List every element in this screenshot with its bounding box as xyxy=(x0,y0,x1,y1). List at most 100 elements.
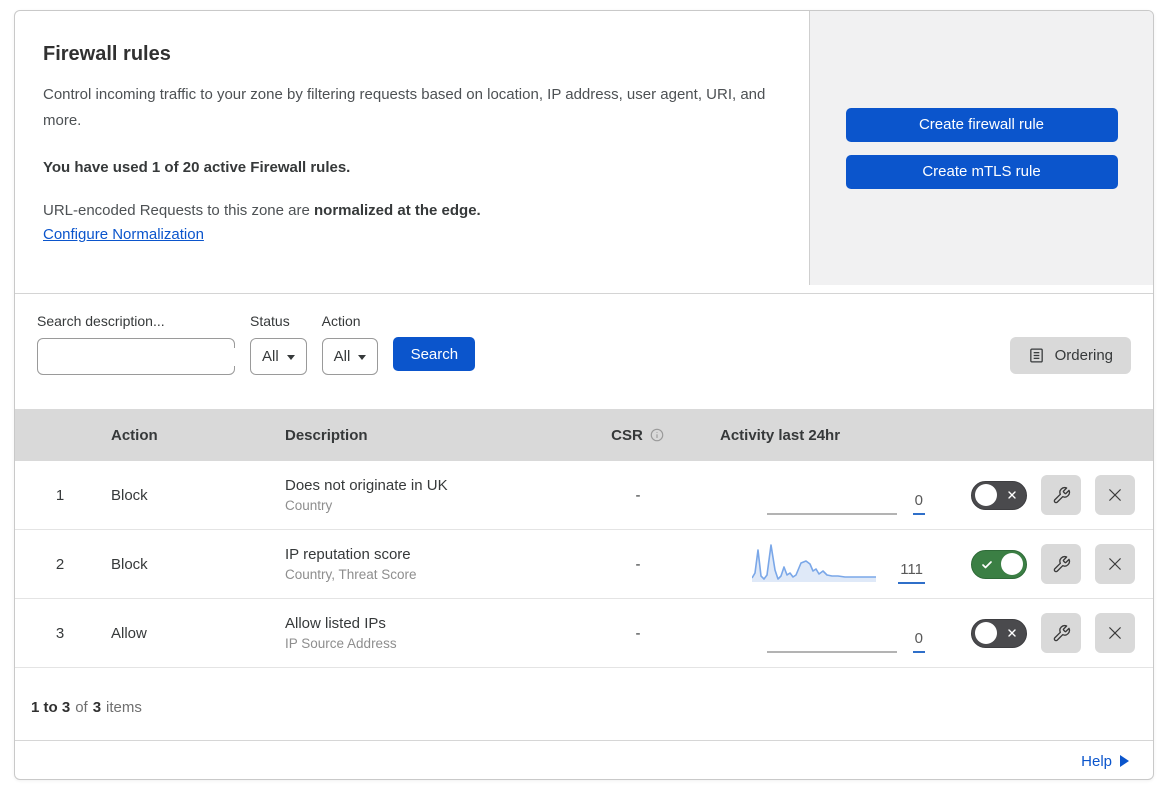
ordering-button[interactable]: Ordering xyxy=(1009,337,1131,374)
rule-controls xyxy=(933,475,1153,515)
toggle-knob xyxy=(975,484,997,506)
normalization-prefix: URL-encoded Requests to this zone are xyxy=(43,201,314,219)
wrench-icon xyxy=(1053,624,1070,641)
action-filter-group: Action All xyxy=(321,313,379,375)
rule-activity-cell: 0 xyxy=(693,599,933,667)
toggle-knob xyxy=(975,622,997,644)
items-total: 3 xyxy=(92,698,102,716)
page-description: Control incoming traffic to your zone by… xyxy=(43,86,766,130)
search-group: Search description... xyxy=(37,313,241,375)
rule-csr-value: - xyxy=(635,486,641,504)
rule-csr-value: - xyxy=(635,555,641,573)
search-button[interactable]: Search xyxy=(393,337,476,371)
x-icon xyxy=(1109,558,1121,570)
rule-enable-toggle[interactable] xyxy=(971,618,1027,648)
edit-rule-button[interactable] xyxy=(1041,613,1081,653)
rule-enable-toggle[interactable] xyxy=(971,549,1027,579)
search-input-wrapper[interactable] xyxy=(37,338,241,375)
x-icon xyxy=(1008,490,1016,499)
rule-priority: 1 xyxy=(55,486,65,504)
column-csr-label: CSR xyxy=(611,426,643,444)
rule-fields: IP Source Address xyxy=(285,636,397,651)
help-link-label: Help xyxy=(1081,752,1112,770)
pagination-summary: 1 to 3 of 3 items xyxy=(15,668,1153,741)
rule-title[interactable]: IP reputation score xyxy=(285,546,583,563)
info-circle-icon[interactable] xyxy=(649,427,665,443)
status-filter-group: Status All xyxy=(250,313,307,375)
header-section: Firewall rules Control incoming traffic … xyxy=(15,11,1153,294)
delete-rule-button[interactable] xyxy=(1095,475,1135,515)
normalization-note: URL-encoded Requests to this zone are no… xyxy=(43,202,769,219)
help-link[interactable]: Help xyxy=(1081,753,1129,770)
activity-sparkline-flat xyxy=(766,651,897,653)
activity-sparkline-flat xyxy=(766,513,897,515)
status-dropdown-value: All xyxy=(262,348,279,365)
rule-controls xyxy=(933,544,1153,584)
delete-rule-button[interactable] xyxy=(1095,613,1135,653)
action-dropdown[interactable]: All xyxy=(321,338,379,375)
table-row: 2 Block IP reputation score Country, Thr… xyxy=(15,530,1153,599)
rule-enable-toggle[interactable] xyxy=(971,480,1027,510)
chevron-down-icon xyxy=(286,355,295,360)
of-text: of xyxy=(75,698,88,716)
chevron-down-icon xyxy=(358,355,367,360)
delete-rule-button[interactable] xyxy=(1095,544,1135,584)
wrench-icon xyxy=(1053,555,1070,572)
create-mtls-rule-button[interactable]: Create mTLS rule xyxy=(845,154,1118,189)
rule-fields: Country xyxy=(285,498,333,513)
document-list-icon xyxy=(1029,348,1043,363)
action-dropdown-value: All xyxy=(333,348,351,365)
search-input[interactable] xyxy=(56,347,241,366)
wrench-icon xyxy=(1053,486,1070,503)
rule-csr-value: - xyxy=(635,624,641,642)
rule-description-cell: Does not originate in UK Country xyxy=(285,477,583,513)
filter-bar: Search description... Status All Action … xyxy=(15,294,1153,409)
actions-panel: Create firewall rule Create mTLS rule xyxy=(809,11,1153,285)
activity-count-link[interactable]: 0 xyxy=(912,492,925,515)
activity-sparkline-chart xyxy=(752,544,877,582)
triangle-right-icon xyxy=(1120,755,1129,767)
page-title: Firewall rules xyxy=(43,43,171,65)
toggle-knob xyxy=(1001,553,1023,575)
create-firewall-rule-button[interactable]: Create firewall rule xyxy=(845,107,1118,142)
rule-controls xyxy=(933,613,1153,653)
table-header: Action Description CSR Activity last 24h… xyxy=(15,409,1153,461)
x-icon xyxy=(1008,628,1016,637)
items-text: items xyxy=(106,698,142,716)
normalization-bold: normalized at the edge. xyxy=(314,201,481,219)
rule-action: Block xyxy=(111,486,148,504)
header-text-block: Firewall rules Control incoming traffic … xyxy=(15,11,809,293)
table-row: 1 Block Does not originate in UK Country… xyxy=(15,461,1153,530)
rule-activity-cell: 111 xyxy=(693,530,933,598)
check-icon xyxy=(982,560,992,568)
activity-count-link[interactable]: 111 xyxy=(898,561,925,584)
rule-description-cell: IP reputation score Country, Threat Scor… xyxy=(285,546,583,582)
activity-count-link[interactable]: 0 xyxy=(912,630,925,653)
search-label: Search description... xyxy=(37,313,165,329)
help-bar: Help xyxy=(15,741,1153,779)
rule-title[interactable]: Does not originate in UK xyxy=(285,477,583,494)
column-description: Description xyxy=(285,426,368,444)
rule-action: Allow xyxy=(111,624,147,642)
rule-fields: Country, Threat Score xyxy=(285,567,417,582)
rule-activity-cell: 0 xyxy=(693,461,933,529)
usage-summary: You have used 1 of 20 active Firewall ru… xyxy=(43,158,351,176)
configure-normalization-link[interactable]: Configure Normalization xyxy=(43,226,204,243)
rule-priority: 3 xyxy=(55,624,65,642)
edit-rule-button[interactable] xyxy=(1041,544,1081,584)
column-action: Action xyxy=(111,426,158,444)
ordering-button-label: Ordering xyxy=(1054,347,1113,364)
status-label: Status xyxy=(250,313,290,329)
status-dropdown[interactable]: All xyxy=(250,338,307,375)
rule-title[interactable]: Allow listed IPs xyxy=(285,615,583,632)
rule-description-cell: Allow listed IPs IP Source Address xyxy=(285,615,583,651)
firewall-rules-card: Firewall rules Control incoming traffic … xyxy=(14,10,1154,780)
x-icon xyxy=(1109,627,1121,639)
rule-priority: 2 xyxy=(55,555,65,573)
rule-action: Block xyxy=(111,555,148,573)
column-csr: CSR xyxy=(583,427,693,444)
edit-rule-button[interactable] xyxy=(1041,475,1081,515)
x-icon xyxy=(1109,489,1121,501)
action-label: Action xyxy=(321,313,361,329)
table-row: 3 Allow Allow listed IPs IP Source Addre… xyxy=(15,599,1153,668)
